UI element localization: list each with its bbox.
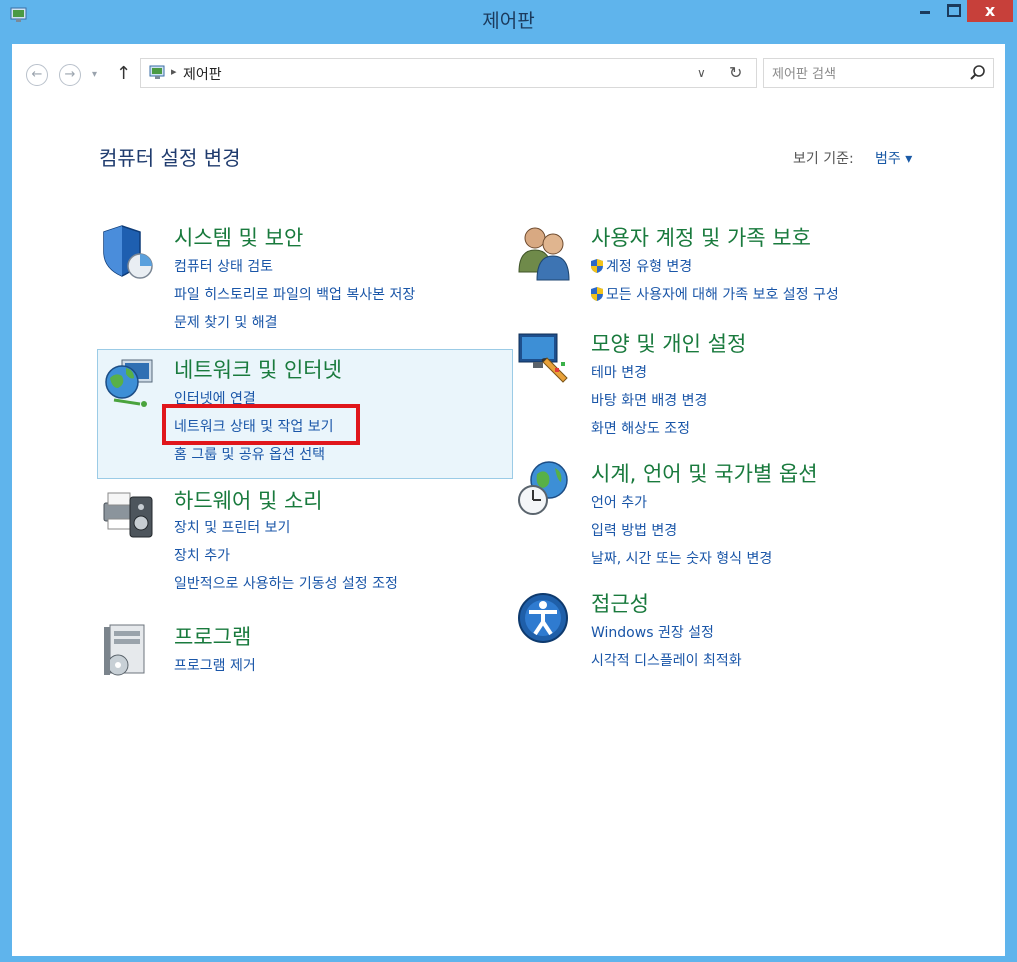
window-title: 제어판 (482, 10, 535, 32)
maximize-button[interactable] (940, 0, 966, 22)
close-button[interactable]: x (967, 0, 1013, 22)
link-family-safety-label[interactable]: 모든 사용자에 대해 가족 보호 설정 구성 (606, 287, 839, 303)
up-arrow-icon[interactable]: ↑ (116, 63, 131, 84)
link-change-desktop-background[interactable]: 바탕 화면 배경 변경 (591, 390, 707, 410)
uac-shield-icon (591, 259, 603, 273)
programs-icon[interactable] (100, 621, 156, 681)
search-box[interactable] (763, 58, 994, 88)
link-optimize-visual-display[interactable]: 시각적 디스플레이 최적화 (591, 650, 742, 670)
link-add-language[interactable]: 언어 추가 (591, 492, 647, 512)
link-change-input-methods[interactable]: 입력 방법 변경 (591, 520, 677, 540)
category-system-security: 시스템 및 보안 컴퓨터 상태 검토 파일 히스토리로 파일의 백업 복사본 저… (100, 222, 500, 342)
link-change-account-type[interactable]: 계정 유형 변경 (591, 256, 692, 276)
breadcrumb-separator-icon[interactable]: ▸ (171, 65, 177, 78)
category-programs: 프로그램 프로그램 제거 (100, 621, 500, 701)
minimize-button[interactable] (912, 0, 938, 22)
forward-button[interactable]: → (59, 64, 81, 86)
shield-icon[interactable] (100, 222, 156, 282)
category-title-hardware-sound[interactable]: 하드웨어 및 소리 (174, 485, 323, 515)
breadcrumb-control-panel[interactable]: 제어판 (183, 64, 222, 84)
page-title: 컴퓨터 설정 변경 (99, 146, 241, 170)
ease-of-access-icon[interactable] (517, 588, 573, 648)
refresh-icon[interactable]: ↻ (729, 63, 742, 82)
category-title-clock-language-region[interactable]: 시계, 언어 및 국가별 옵션 (591, 458, 818, 488)
title-bar[interactable]: 제어판 x (0, 0, 1017, 44)
address-bar[interactable]: ▸ 제어판 ∨ ↻ (140, 58, 757, 88)
category-title-ease-of-access[interactable]: 접근성 (591, 588, 649, 618)
display-paint-icon[interactable] (517, 328, 573, 388)
link-adjust-resolution[interactable]: 화면 해상도 조정 (591, 418, 690, 438)
client-area: ← → ▾ ↑ ▸ 제어판 ∨ ↻ 컴퓨터 설정 변경 보기 기준: 범주 ▾ (12, 44, 1005, 956)
category-title-appearance[interactable]: 모양 및 개인 설정 (591, 328, 746, 358)
link-add-device[interactable]: 장치 추가 (174, 545, 230, 565)
link-review-computer-status[interactable]: 컴퓨터 상태 검토 (174, 256, 273, 276)
category-title-network-internet[interactable]: 네트워크 및 인터넷 (174, 354, 342, 384)
link-homegroup-sharing[interactable]: 홈 그룹 및 공유 옵션 선택 (174, 444, 325, 464)
category-user-accounts: 사용자 계정 및 가족 보호 계정 유형 변경 모든 사용자에 대해 가족 보호… (517, 222, 997, 312)
globe-clock-icon[interactable] (517, 458, 573, 518)
category-title-user-accounts[interactable]: 사용자 계정 및 가족 보호 (591, 222, 811, 252)
category-hardware-sound: 하드웨어 및 소리 장치 및 프린터 보기 장치 추가 일반적으로 사용하는 기… (100, 485, 500, 605)
address-dropdown-icon[interactable]: ∨ (697, 66, 706, 80)
link-uninstall-program[interactable]: 프로그램 제거 (174, 655, 256, 675)
category-title-system-security[interactable]: 시스템 및 보안 (174, 222, 303, 252)
view-by-dropdown[interactable]: 범주 ▾ (875, 148, 912, 168)
category-appearance: 모양 및 개인 설정 테마 변경 바탕 화면 배경 변경 화면 해상도 조정 (517, 328, 997, 448)
red-highlight-box (162, 404, 360, 445)
link-change-account-type-label[interactable]: 계정 유형 변경 (606, 259, 692, 275)
control-panel-icon (149, 65, 165, 79)
recent-locations-chevron-icon[interactable]: ▾ (92, 69, 97, 80)
link-mobility-settings[interactable]: 일반적으로 사용하는 기동성 설정 조정 (174, 573, 398, 593)
network-globe-icon[interactable] (100, 354, 156, 414)
control-panel-window: 제어판 x ← → ▾ ↑ ▸ 제어판 ∨ ↻ 제어판 검색 컴퓨터 설정 변경… (0, 0, 1017, 962)
search-icon[interactable] (969, 64, 987, 82)
link-file-history-backup[interactable]: 파일 히스토리로 파일의 백업 복사본 저장 (174, 284, 415, 304)
uac-shield-icon (591, 287, 603, 301)
view-by-label: 보기 기준: (793, 151, 854, 167)
back-button[interactable]: ← (26, 64, 48, 86)
category-clock-language-region: 시계, 언어 및 국가별 옵션 언어 추가 입력 방법 변경 날짜, 시간 또는… (517, 458, 997, 578)
category-ease-of-access: 접근성 Windows 권장 설정 시각적 디스플레이 최적화 (517, 588, 997, 678)
search-input[interactable] (770, 61, 964, 87)
printer-speaker-icon[interactable] (100, 485, 156, 545)
link-change-date-time-formats[interactable]: 날짜, 시간 또는 숫자 형식 변경 (591, 548, 772, 568)
link-change-theme[interactable]: 테마 변경 (591, 362, 647, 382)
link-find-fix-problems[interactable]: 문제 찾기 및 해결 (174, 312, 278, 332)
link-devices-printers[interactable]: 장치 및 프린터 보기 (174, 517, 290, 537)
link-family-safety[interactable]: 모든 사용자에 대해 가족 보호 설정 구성 (591, 284, 839, 304)
users-icon[interactable] (517, 222, 573, 282)
link-windows-suggest-settings[interactable]: Windows 권장 설정 (591, 622, 714, 642)
category-title-programs[interactable]: 프로그램 (174, 621, 251, 651)
